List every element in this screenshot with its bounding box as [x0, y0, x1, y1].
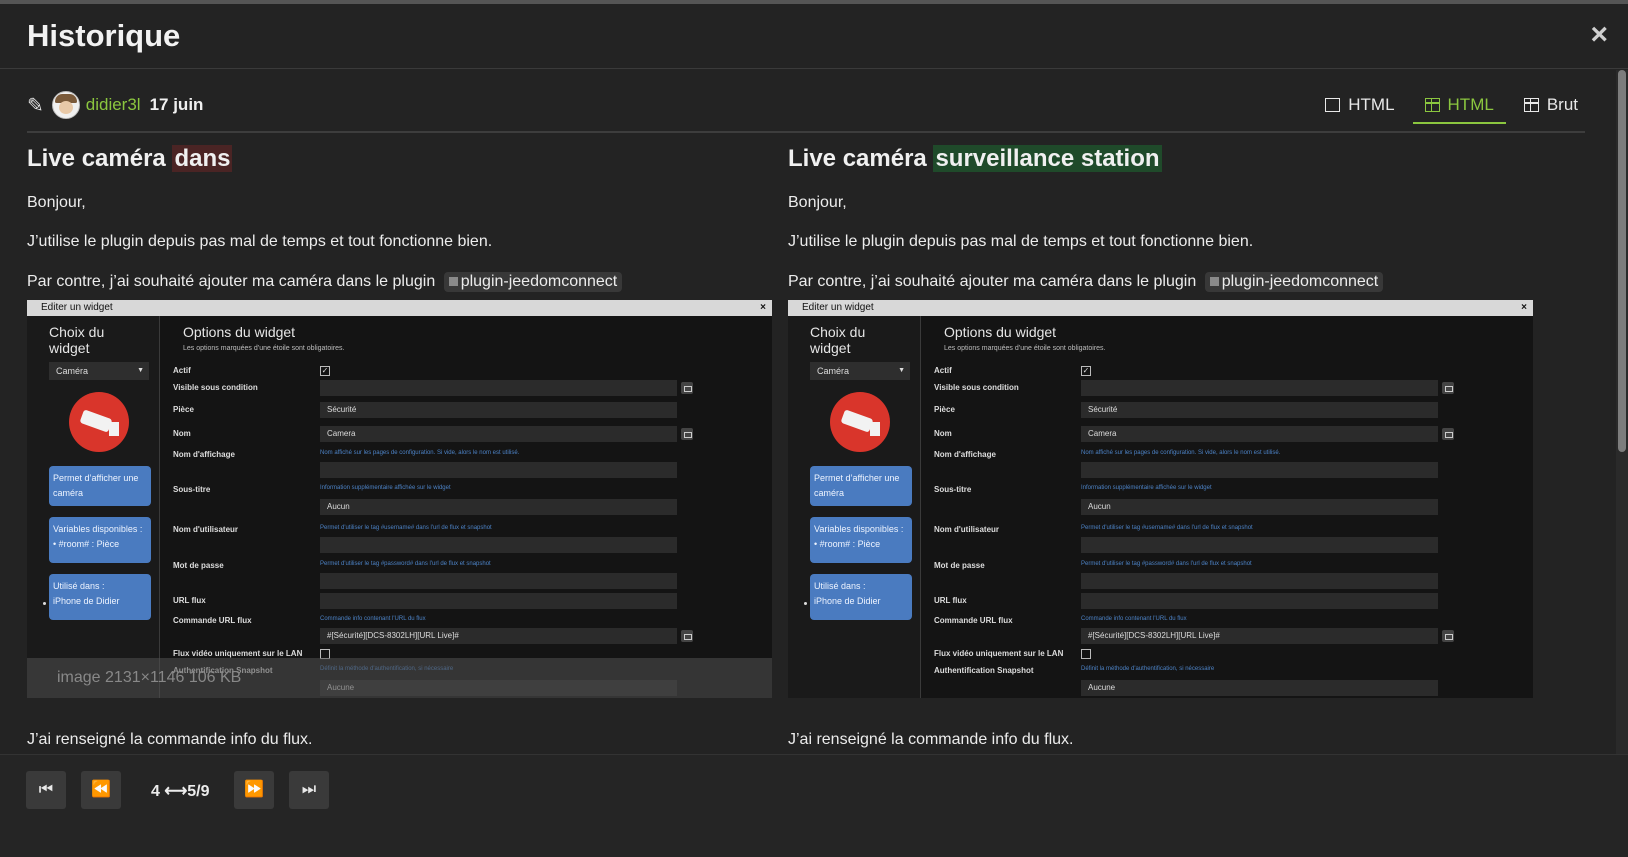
info-card: Permet d’afficher une caméra	[49, 466, 151, 506]
close-icon: ×	[1521, 302, 1527, 313]
tab-label: HTML	[1348, 95, 1395, 114]
paragraph: Bonjour,	[788, 194, 847, 211]
tag-icon	[448, 277, 458, 286]
scrollbar-thumb[interactable]	[1618, 70, 1626, 452]
tab-html-inline[interactable]: HTML	[1313, 88, 1406, 122]
embedded-screenshot[interactable]: Editer un widget × Choix du widget Camér…	[27, 300, 772, 698]
view-mode-tabs: HTML HTML Brut	[1307, 88, 1590, 126]
revision-counter: 4 ⟷5/9	[151, 783, 210, 800]
modal-content: ✎ didier3l 17 juin HTML HTML Brut Live c…	[0, 70, 1612, 780]
edit-button-icon	[681, 428, 693, 440]
paragraph: Bonjour,	[27, 194, 86, 211]
square-icon	[1325, 98, 1341, 112]
hashtag-link[interactable]: plugin-jeedomconnect	[1204, 272, 1384, 292]
camera-icon	[830, 392, 890, 452]
tab-label: HTML	[1447, 95, 1494, 114]
revision-date: 17 juin	[149, 95, 204, 114]
info-card: Variables disponibles : • #room# : Pièce	[49, 517, 151, 563]
info-card: Permet d’afficher une caméra	[810, 466, 912, 506]
post-title-new: Live caméra surveillance station	[788, 145, 1162, 172]
close-icon: ×	[760, 302, 766, 313]
tab-raw[interactable]: Brut	[1512, 88, 1590, 122]
modal-header: Historique ×	[0, 4, 1628, 69]
split-view-icon	[1424, 98, 1440, 112]
inserted-text: surveillance station	[933, 145, 1162, 172]
paragraph: J’utilise le plugin depuis pas mal de te…	[27, 233, 493, 250]
edit-button-icon	[681, 382, 693, 394]
embedded-screenshot[interactable]: Editer un widget × Choix du widget Camér…	[788, 300, 1533, 698]
first-revision-button[interactable]: ⏮	[26, 771, 66, 809]
paragraph: Par contre, j’ai souhaité ajouter ma cam…	[27, 272, 623, 292]
pencil-icon: ✎	[27, 94, 44, 117]
last-revision-button[interactable]: ⏭	[289, 771, 329, 809]
info-card: Variables disponibles : • #room# : Pièce	[810, 517, 912, 563]
tab-label: Brut	[1546, 95, 1578, 114]
widget-select: Caméra ▼	[49, 362, 149, 380]
hashtag-link[interactable]: plugin-jeedomconnect	[443, 272, 623, 292]
paragraph: J’ai renseigné la commande info du flux.	[788, 731, 1074, 748]
widget-select: Caméra ▼	[810, 362, 910, 380]
previous-revision-button[interactable]: ⏪	[81, 771, 121, 809]
checkbox: ✓	[320, 366, 330, 376]
edit-button-icon	[1442, 428, 1454, 440]
revision-pagination: ⏮ ⏪ 4 ⟷5/9 ⏩ ⏭	[0, 754, 1628, 857]
history-modal: Historique × ✎ didier3l 17 juin HTML HTM…	[0, 4, 1628, 857]
tab-html-side-by-side[interactable]: HTML	[1412, 88, 1506, 124]
paragraph: Par contre, j’ai souhaité ajouter ma cam…	[788, 272, 1384, 292]
edit-button-icon	[1442, 382, 1454, 394]
edit-button-icon	[681, 630, 693, 642]
divider	[27, 131, 1585, 133]
diff-right-column: Live caméra surveillance station Bonjour…	[788, 142, 1533, 748]
image-caption: image 2131×1146 106 KB	[27, 658, 772, 698]
info-card: Utilisé dans : iPhone de Didier	[49, 574, 151, 620]
info-card: Utilisé dans : iPhone de Didier	[810, 574, 912, 620]
window-titlebar: Editer un widget ×	[27, 300, 772, 316]
widget-options-form: Options du widget Les options marquées d…	[173, 316, 763, 698]
paragraph: J’utilise le plugin depuis pas mal de te…	[788, 233, 1254, 250]
edit-button-icon	[1442, 630, 1454, 642]
next-revision-button[interactable]: ⏩	[234, 771, 274, 809]
window-titlebar: Editer un widget ×	[788, 300, 1533, 316]
tag-icon	[1209, 277, 1219, 286]
username-link[interactable]: didier3l	[86, 95, 141, 115]
widget-options-form: Options du widget Les options marquées d…	[934, 316, 1524, 698]
columns-icon	[1523, 98, 1539, 112]
close-icon[interactable]: ×	[1590, 18, 1608, 52]
widget-sidebar: Choix du widget Caméra ▼ Permet d’affiche…	[27, 316, 160, 698]
widget-sidebar: Choix du widget Caméra ▼ Permet d’affiche…	[788, 316, 921, 698]
checkbox	[1081, 649, 1091, 659]
deleted-text: dans	[172, 145, 233, 172]
bullet	[43, 602, 46, 605]
camera-icon	[69, 392, 129, 452]
checkbox: ✓	[1081, 366, 1091, 376]
post-title-old: Live caméra dans	[27, 145, 233, 172]
paragraph: J’ai renseigné la commande info du flux.	[27, 731, 313, 748]
diff-left-column: Live caméra dans Bonjour, J’utilise le p…	[27, 142, 772, 748]
revision-meta: ✎ didier3l 17 juin	[27, 90, 203, 120]
modal-title: Historique	[27, 18, 181, 53]
avatar[interactable]	[51, 91, 80, 119]
bullet	[804, 602, 807, 605]
